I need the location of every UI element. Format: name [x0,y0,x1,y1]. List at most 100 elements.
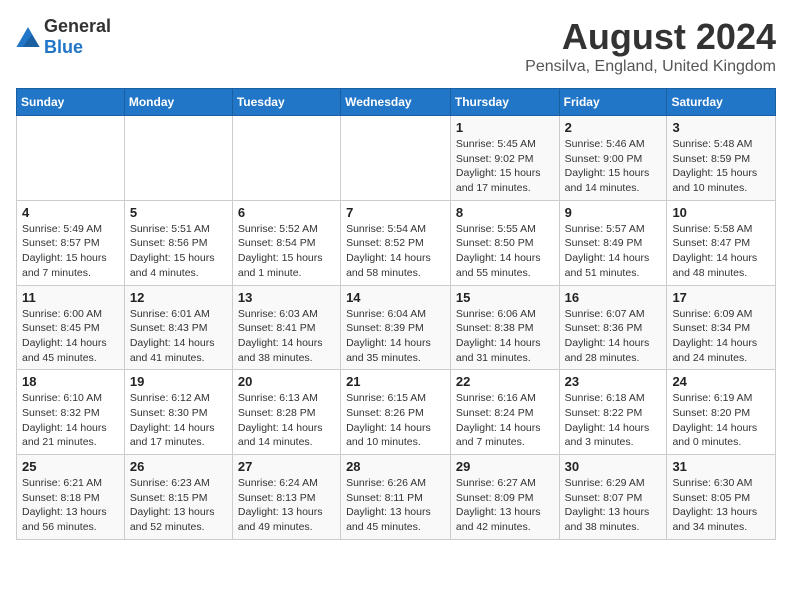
sunrise-text: Sunrise: 5:54 AM [346,222,445,237]
day-info: Sunrise: 6:27 AMSunset: 8:09 PMDaylight:… [456,476,554,535]
sunset-text: Sunset: 8:36 PM [565,321,662,336]
logo-blue: Blue [44,37,83,57]
sunset-text: Sunset: 8:20 PM [672,406,770,421]
daylight-text: Daylight: 14 hours and 14 minutes. [238,421,335,450]
day-info: Sunrise: 6:01 AMSunset: 8:43 PMDaylight:… [130,307,227,366]
sunrise-text: Sunrise: 6:13 AM [238,391,335,406]
daylight-text: Daylight: 15 hours and 17 minutes. [456,166,554,195]
calendar-cell-14: 14Sunrise: 6:04 AMSunset: 8:39 PMDayligh… [341,285,451,370]
day-info: Sunrise: 6:23 AMSunset: 8:15 PMDaylight:… [130,476,227,535]
day-number: 2 [565,120,662,135]
sunset-text: Sunset: 8:39 PM [346,321,445,336]
day-number: 8 [456,205,554,220]
daylight-text: Daylight: 14 hours and 17 minutes. [130,421,227,450]
daylight-text: Daylight: 14 hours and 7 minutes. [456,421,554,450]
day-number: 18 [22,374,119,389]
day-number: 22 [456,374,554,389]
logo: General Blue [16,16,111,58]
sunset-text: Sunset: 8:43 PM [130,321,227,336]
calendar-cell-31: 31Sunrise: 6:30 AMSunset: 8:05 PMDayligh… [667,455,776,540]
sunrise-text: Sunrise: 6:26 AM [346,476,445,491]
daylight-text: Daylight: 15 hours and 7 minutes. [22,251,119,280]
calendar-cell-28: 28Sunrise: 6:26 AMSunset: 8:11 PMDayligh… [341,455,451,540]
calendar-table: SundayMondayTuesdayWednesdayThursdayFrid… [16,88,776,540]
sunrise-text: Sunrise: 6:23 AM [130,476,227,491]
day-info: Sunrise: 6:18 AMSunset: 8:22 PMDaylight:… [565,391,662,450]
sunset-text: Sunset: 8:49 PM [565,236,662,251]
calendar-week-1: 1Sunrise: 5:45 AMSunset: 9:02 PMDaylight… [17,116,776,201]
day-number: 29 [456,459,554,474]
calendar-header: SundayMondayTuesdayWednesdayThursdayFrid… [17,89,776,116]
daylight-text: Daylight: 13 hours and 45 minutes. [346,505,445,534]
month-title: August 2024 [525,16,776,58]
sunrise-text: Sunrise: 6:27 AM [456,476,554,491]
day-info: Sunrise: 6:24 AMSunset: 8:13 PMDaylight:… [238,476,335,535]
sunset-text: Sunset: 8:32 PM [22,406,119,421]
sunrise-text: Sunrise: 6:01 AM [130,307,227,322]
sunset-text: Sunset: 8:28 PM [238,406,335,421]
sunset-text: Sunset: 8:07 PM [565,491,662,506]
sunrise-text: Sunrise: 6:07 AM [565,307,662,322]
daylight-text: Daylight: 14 hours and 24 minutes. [672,336,770,365]
day-info: Sunrise: 5:55 AMSunset: 8:50 PMDaylight:… [456,222,554,281]
daylight-text: Daylight: 13 hours and 42 minutes. [456,505,554,534]
sunrise-text: Sunrise: 6:04 AM [346,307,445,322]
sunset-text: Sunset: 8:05 PM [672,491,770,506]
calendar-cell-24: 24Sunrise: 6:19 AMSunset: 8:20 PMDayligh… [667,370,776,455]
sunrise-text: Sunrise: 5:58 AM [672,222,770,237]
day-info: Sunrise: 5:57 AMSunset: 8:49 PMDaylight:… [565,222,662,281]
sunrise-text: Sunrise: 6:09 AM [672,307,770,322]
day-number: 9 [565,205,662,220]
day-info: Sunrise: 5:49 AMSunset: 8:57 PMDaylight:… [22,222,119,281]
sunset-text: Sunset: 8:09 PM [456,491,554,506]
sunrise-text: Sunrise: 5:57 AM [565,222,662,237]
day-number: 1 [456,120,554,135]
calendar-cell-2: 2 Sunrise: 5:46 AMSunset: 9:00 PMDaylight… [559,116,667,201]
sunset-text: Sunset: 8:41 PM [238,321,335,336]
day-info: Sunrise: 5:58 AMSunset: 8:47 PMDaylight:… [672,222,770,281]
calendar-cell-11: 11 Sunrise: 6:00 AMSunset: 8:45 PMDayligh… [17,285,125,370]
daylight-text: Daylight: 14 hours and 0 minutes. [672,421,770,450]
logo-general: General [44,16,111,36]
day-info: Sunrise: 6:00 AMSunset: 8:45 PMDaylight:… [22,307,119,366]
calendar-cell-16: 16Sunrise: 6:07 AMSunset: 8:36 PMDayligh… [559,285,667,370]
calendar-body: 1Sunrise: 5:45 AMSunset: 9:02 PMDaylight… [17,116,776,540]
sunrise-text: Sunrise: 5:49 AM [22,222,119,237]
daylight-text: Daylight: 15 hours and 10 minutes. [672,166,770,195]
calendar-cell-20: 20 Sunrise: 6:13 AMSunset: 8:28 PMDayligh… [232,370,340,455]
sunrise-text: Sunrise: 6:15 AM [346,391,445,406]
calendar-week-2: 4Sunrise: 5:49 AMSunset: 8:57 PMDaylight… [17,200,776,285]
day-number: 21 [346,374,445,389]
header-day-saturday: Saturday [667,89,776,116]
calendar-cell-17: 17Sunrise: 6:09 AMSunset: 8:34 PMDayligh… [667,285,776,370]
calendar-cell-5: 5Sunrise: 5:51 AMSunset: 8:56 PMDaylight… [124,200,232,285]
calendar-week-3: 11 Sunrise: 6:00 AMSunset: 8:45 PMDayligh… [17,285,776,370]
day-info: Sunrise: 5:46 AMSunset: 9:00 PMDaylight:… [565,137,662,196]
sunset-text: Sunset: 8:11 PM [346,491,445,506]
calendar-cell-empty [232,116,340,201]
header-day-monday: Monday [124,89,232,116]
sunset-text: Sunset: 8:57 PM [22,236,119,251]
day-number: 11 [22,290,119,305]
day-number: 20 [238,374,335,389]
daylight-text: Daylight: 14 hours and 10 minutes. [346,421,445,450]
day-number: 23 [565,374,662,389]
day-number: 30 [565,459,662,474]
daylight-text: Daylight: 13 hours and 52 minutes. [130,505,227,534]
calendar-cell-22: 22Sunrise: 6:16 AMSunset: 8:24 PMDayligh… [450,370,559,455]
sunset-text: Sunset: 8:56 PM [130,236,227,251]
day-number: 16 [565,290,662,305]
calendar-cell-13: 13Sunrise: 6:03 AMSunset: 8:41 PMDayligh… [232,285,340,370]
sunset-text: Sunset: 8:50 PM [456,236,554,251]
calendar-cell-3: 3Sunrise: 5:48 AMSunset: 8:59 PMDaylight… [667,116,776,201]
calendar-cell-21: 21Sunrise: 6:15 AMSunset: 8:26 PMDayligh… [341,370,451,455]
daylight-text: Daylight: 14 hours and 21 minutes. [22,421,119,450]
day-info: Sunrise: 6:21 AMSunset: 8:18 PMDaylight:… [22,476,119,535]
sunset-text: Sunset: 8:15 PM [130,491,227,506]
day-info: Sunrise: 6:10 AMSunset: 8:32 PMDaylight:… [22,391,119,450]
logo-icon [16,27,40,47]
sunrise-text: Sunrise: 6:06 AM [456,307,554,322]
sunrise-text: Sunrise: 5:46 AM [565,137,662,152]
sunset-text: Sunset: 8:18 PM [22,491,119,506]
calendar-cell-23: 23 Sunrise: 6:18 AMSunset: 8:22 PMDayligh… [559,370,667,455]
